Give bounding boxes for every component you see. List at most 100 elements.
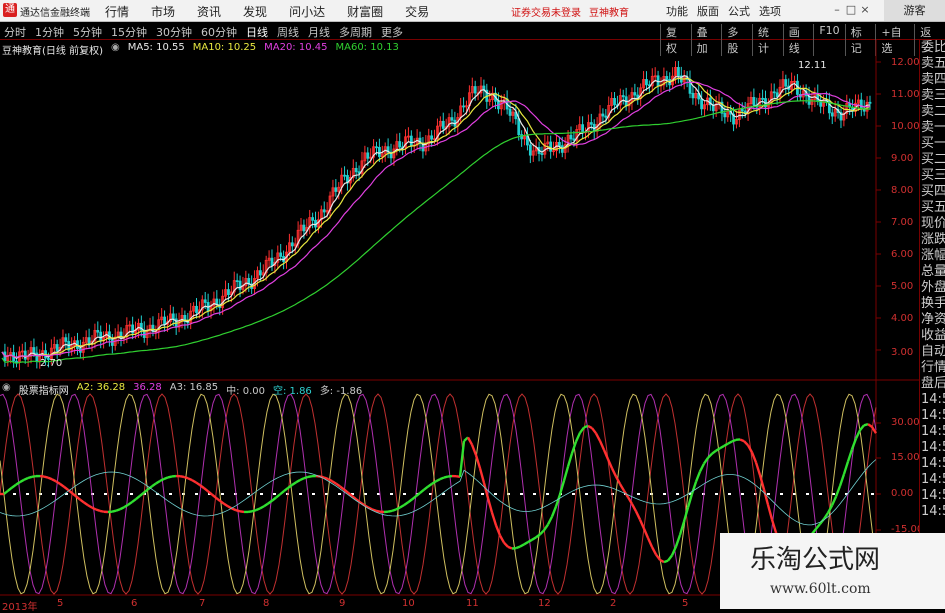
step-segment	[692, 482, 696, 494]
step-segment	[844, 462, 848, 475]
menu-hangqing[interactable]: 行情	[105, 3, 129, 20]
side-item[interactable]: 总量	[920, 264, 945, 280]
x-tick: 5	[682, 598, 688, 609]
step-segment	[252, 510, 256, 511]
step-segment	[336, 484, 340, 487]
guest-button[interactable]: 游客	[884, 0, 945, 21]
period-more[interactable]: 更多	[381, 24, 403, 40]
title-bar: 通 通达信金融终端 行情 市场 资讯 发现 问小达 财富圈 交易 证券交易未登录…	[0, 0, 945, 22]
period-weekly[interactable]: 周线	[277, 24, 299, 40]
period-1min[interactable]: 1分钟	[35, 24, 64, 40]
side-item[interactable]: 卖二	[920, 104, 945, 120]
step-segment	[120, 507, 124, 509]
x-tick: 11	[466, 598, 479, 609]
side-item[interactable]: 卖一	[920, 120, 945, 136]
step-segment	[584, 426, 588, 428]
step-segment	[224, 504, 228, 507]
side-item[interactable]: 卖五	[920, 56, 945, 72]
minimize-icon[interactable]: –	[830, 3, 844, 16]
side-item[interactable]: 收益	[920, 328, 945, 344]
side-item[interactable]: 买三	[920, 168, 945, 184]
trade-login-link[interactable]: 证券交易未登录	[511, 4, 581, 19]
step-segment	[592, 428, 596, 433]
menu-zixun[interactable]: 资讯	[197, 3, 221, 20]
period-15min[interactable]: 15分钟	[111, 24, 147, 40]
side-item[interactable]: 委比	[920, 40, 945, 56]
step-segment	[4, 491, 8, 494]
candle-body	[773, 92, 775, 93]
menu-shichang[interactable]: 市场	[151, 3, 175, 20]
menu-banmian[interactable]: 版面	[697, 3, 719, 19]
step-segment	[648, 538, 652, 547]
side-item[interactable]: 涨幅	[920, 248, 945, 264]
candle-body	[677, 67, 679, 75]
menu-gongshi[interactable]: 公式	[728, 3, 750, 19]
menu-gongneng[interactable]: 功能	[666, 3, 688, 19]
step-segment	[188, 478, 192, 480]
candle-body	[271, 258, 273, 265]
side-item[interactable]: 涨跌	[920, 232, 945, 248]
period-5min[interactable]: 5分钟	[73, 24, 102, 40]
step-segment	[432, 481, 436, 484]
side-item[interactable]: 卖三	[920, 88, 945, 104]
period-daily[interactable]: 日线	[246, 24, 268, 40]
candle-body	[762, 98, 764, 99]
candle-body	[355, 168, 357, 171]
indicator-settings-icon[interactable]: ◉	[2, 382, 11, 397]
candle-body	[518, 119, 520, 135]
candle-body	[196, 306, 198, 312]
candle-body	[120, 332, 122, 338]
indicator-name[interactable]: 股票指标网	[19, 382, 69, 397]
side-item[interactable]: 买四	[920, 184, 945, 200]
step-segment	[136, 496, 140, 499]
step-segment	[532, 537, 536, 539]
candle-body	[56, 344, 58, 350]
candle-body	[570, 135, 572, 139]
step-segment	[632, 504, 636, 511]
step-segment	[528, 540, 532, 542]
menu-faxian[interactable]: 发现	[243, 3, 267, 20]
menu-jiaoyi[interactable]: 交易	[405, 3, 429, 20]
chart-canvas[interactable]	[0, 40, 919, 609]
candle-body	[741, 109, 743, 111]
candle-body	[776, 93, 778, 97]
step-segment	[696, 472, 700, 482]
period-monthly[interactable]: 月线	[308, 24, 330, 40]
maximize-icon[interactable]: □	[844, 3, 858, 16]
side-item[interactable]: 现价	[920, 216, 945, 232]
side-item[interactable]: 买二	[920, 152, 945, 168]
menu-wenxiaoda[interactable]: 问小达	[289, 3, 325, 20]
period-multi[interactable]: 多周期	[339, 24, 372, 40]
y-tick: 0.00	[891, 488, 913, 499]
side-item[interactable]: 卖四	[920, 72, 945, 88]
x-tick: 2	[610, 598, 616, 609]
period-30min[interactable]: 30分钟	[156, 24, 192, 40]
close-icon[interactable]: ×	[858, 3, 872, 16]
indicator-a3: A3: 16.85	[170, 382, 218, 397]
candle-body	[622, 96, 624, 97]
y-tick: 11.00	[891, 89, 920, 100]
side-item[interactable]: 换手	[920, 296, 945, 312]
side-item[interactable]: 买五	[920, 200, 945, 216]
side-item[interactable]: 净资	[920, 312, 945, 328]
period-fenshi[interactable]: 分时	[4, 24, 26, 40]
menu-xuanxiang[interactable]: 选项	[759, 3, 781, 19]
step-segment	[260, 506, 264, 508]
menu-caifuquan[interactable]: 财富圈	[347, 3, 383, 20]
candle-body	[312, 218, 314, 221]
step-segment	[836, 486, 840, 497]
stock-name-link[interactable]: 豆神教育	[589, 4, 629, 19]
side-item[interactable]: 买一	[920, 136, 945, 152]
side-item[interactable]: 行情	[920, 360, 945, 376]
step-segment	[328, 479, 332, 481]
candle-body	[558, 142, 560, 145]
candle-body	[303, 225, 305, 231]
side-item[interactable]: 盘后	[920, 376, 945, 392]
side-item[interactable]: 自动	[920, 344, 945, 360]
step-segment	[568, 453, 572, 466]
step-segment	[832, 497, 836, 506]
side-item: 14:50	[920, 408, 945, 424]
step-segment	[764, 490, 768, 505]
side-item[interactable]: 外盘	[920, 280, 945, 296]
period-60min[interactable]: 60分钟	[201, 24, 237, 40]
